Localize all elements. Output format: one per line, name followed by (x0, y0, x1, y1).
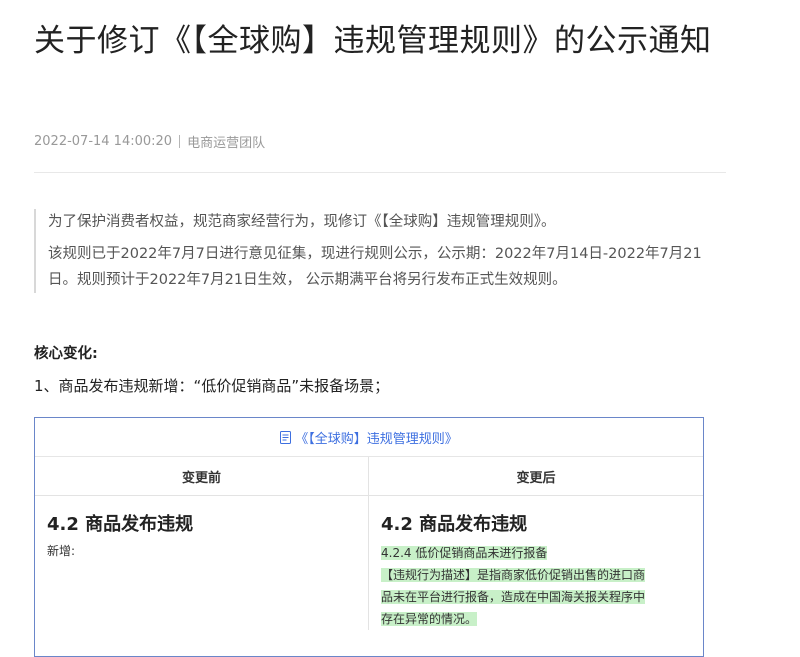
article-meta: 2022-07-14 14:00:20 电商运营团队 (34, 132, 265, 151)
after-highlight-line: 品未在平台进行报备，造成在中国海关报关程序中 (381, 590, 646, 604)
article-title: 关于修订《【全球购】违规管理规则》的公示通知 (34, 23, 712, 59)
rule-document-link[interactable]: 《【全球购】违规管理规则》 (35, 418, 703, 457)
publish-date: 2022-07-14 14:00:20 (34, 134, 173, 149)
change-item-1: 1、商品发布违规新增：“低价促销商品”未报备场景； (34, 377, 390, 395)
before-section-title: 4.2 商品发布违规 (47, 514, 194, 535)
intro-paragraph-2: 该规则已于2022年7月7日进行意见征集，现进行规则公示，公示期：2022年7月… (48, 246, 702, 288)
rule-document-link-text[interactable]: 《【全球购】违规管理规则》 (295, 428, 458, 447)
before-text: 新增: (47, 544, 76, 558)
comparison-table: 变更前 4.2 商品发布违规 新增: 变更后 4.2 商品发布违规 4.2.4 … (35, 457, 703, 630)
after-highlight-line: 4.2.4 低价促销商品未进行报备 (381, 546, 548, 560)
title-divider (34, 172, 726, 173)
after-section-title: 4.2 商品发布违规 (381, 514, 528, 535)
after-column: 变更后 4.2 商品发布违规 4.2.4 低价促销商品未进行报备 【违规行为描述… (369, 457, 703, 630)
meta-separator (179, 135, 181, 148)
before-column: 变更前 4.2 商品发布违规 新增: (35, 457, 369, 630)
after-highlight-line: 存在异常的情况。 (381, 612, 478, 626)
rule-comparison-card: 《【全球购】违规管理规则》 变更前 4.2 商品发布违规 新增: 变更后 4.2… (34, 417, 704, 657)
after-highlight-line: 【违规行为描述】是指商家低价促销出售的进口商 (381, 568, 646, 582)
author-team: 电商运营团队 (187, 136, 266, 151)
document-icon (280, 430, 292, 444)
intro-quote: 为了保护消费者权益，规范商家经营行为，现修订《【全球购】违规管理规则》。 该规则… (34, 209, 724, 293)
before-header: 变更前 (35, 457, 368, 496)
after-header: 变更后 (369, 457, 703, 496)
core-changes-heading: 核心变化: (34, 346, 98, 362)
intro-paragraph-1: 为了保护消费者权益，规范商家经营行为，现修订《【全球购】违规管理规则》。 (48, 214, 556, 230)
